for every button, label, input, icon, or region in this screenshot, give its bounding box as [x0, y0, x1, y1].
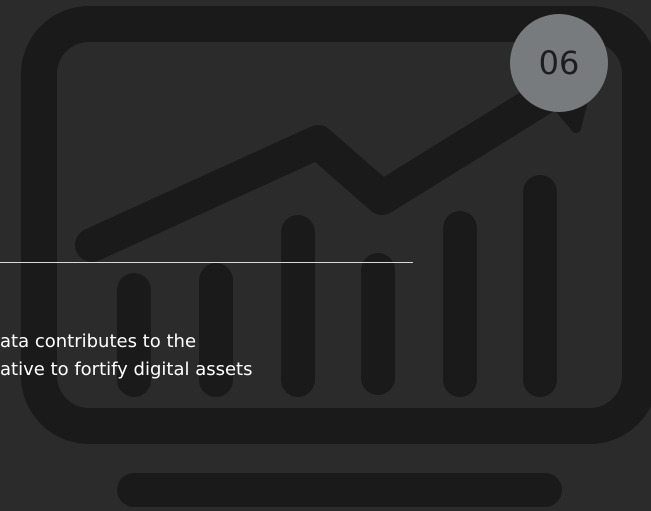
- step-number-badge: 06: [510, 14, 608, 112]
- step-number: 06: [538, 44, 580, 82]
- body-text-line-1: ata contributes to the: [0, 331, 197, 352]
- trend-line: [75, 78, 565, 262]
- slide-canvas: 06 ata contributes to the ative to forti…: [0, 0, 651, 511]
- body-text-line-2: ative to fortify digital assets: [0, 359, 253, 380]
- divider-line: [0, 262, 413, 263]
- body-text: ata contributes to the ative to fortify …: [0, 328, 500, 384]
